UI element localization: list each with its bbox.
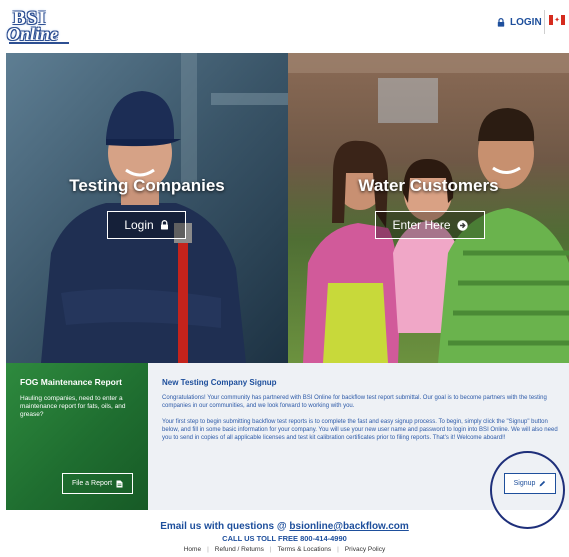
footer-link-home[interactable]: Home xyxy=(178,546,207,553)
footer-nav: Home | Refund / Returns | Terms & Locati… xyxy=(0,546,569,553)
water-customers-title: Water Customers xyxy=(358,176,499,195)
header: BSI Online LOGIN ✦ xyxy=(0,0,569,52)
technician-photo xyxy=(6,53,288,363)
testing-login-button[interactable]: Login xyxy=(107,211,186,239)
signup-label: Signup xyxy=(513,480,536,487)
signup-instructions-text: Your first step to begin submitting back… xyxy=(162,419,558,441)
pencil-icon xyxy=(539,480,546,487)
lock-icon xyxy=(160,220,168,230)
file-a-report-label: File a Report xyxy=(71,480,113,487)
footer-phone: CALL US TOLL FREE 800-414-4990 xyxy=(222,534,347,543)
signup-intro-text: Congratulations! Your community has part… xyxy=(162,395,547,409)
signup-button[interactable]: Signup xyxy=(504,473,556,494)
footer-email-link[interactable]: bsionline@backflow.com xyxy=(289,521,408,532)
header-login-label: LOGIN xyxy=(510,16,542,28)
testing-companies-panel: Testing Companies Login xyxy=(6,53,288,363)
family-photo xyxy=(288,53,569,363)
testing-login-label: Login xyxy=(124,218,154,232)
file-a-report-button[interactable]: File a Report xyxy=(62,473,133,494)
header-divider xyxy=(544,10,545,34)
footer-email-line: Email us with questions @ bsionline@back… xyxy=(0,521,569,532)
header-login-link[interactable]: LOGIN xyxy=(497,15,542,29)
logo-underline xyxy=(9,42,69,44)
fog-description: Hauling companies, need to enter a maint… xyxy=(20,395,126,418)
fog-title: FOG Maintenance Report xyxy=(20,377,123,387)
lock-icon xyxy=(497,17,505,27)
water-enter-label: Enter Here xyxy=(392,218,451,232)
water-customers-panel: Water Customers Enter Here xyxy=(288,53,569,363)
bsi-online-logo[interactable]: BSI Online xyxy=(7,8,71,44)
canada-flag-icon[interactable]: ✦ xyxy=(549,15,565,25)
file-icon xyxy=(116,480,123,487)
footer-email-prefix: Email us with questions @ xyxy=(160,521,287,532)
water-enter-button[interactable]: Enter Here xyxy=(375,211,485,239)
fog-maintenance-panel: FOG Maintenance Report Hauling companies… xyxy=(6,363,148,510)
testing-companies-title: Testing Companies xyxy=(69,176,225,195)
signup-panel: New Testing Company Signup Congratulatio… xyxy=(148,363,569,510)
footer-link-refund-returns[interactable]: Refund / Returns xyxy=(209,546,270,553)
arrow-right-circle-icon xyxy=(456,219,468,231)
footer-link-privacy-policy[interactable]: Privacy Policy xyxy=(339,546,391,553)
signup-title: New Testing Company Signup xyxy=(162,378,277,387)
footer-link-terms-locations[interactable]: Terms & Locations xyxy=(272,546,337,553)
